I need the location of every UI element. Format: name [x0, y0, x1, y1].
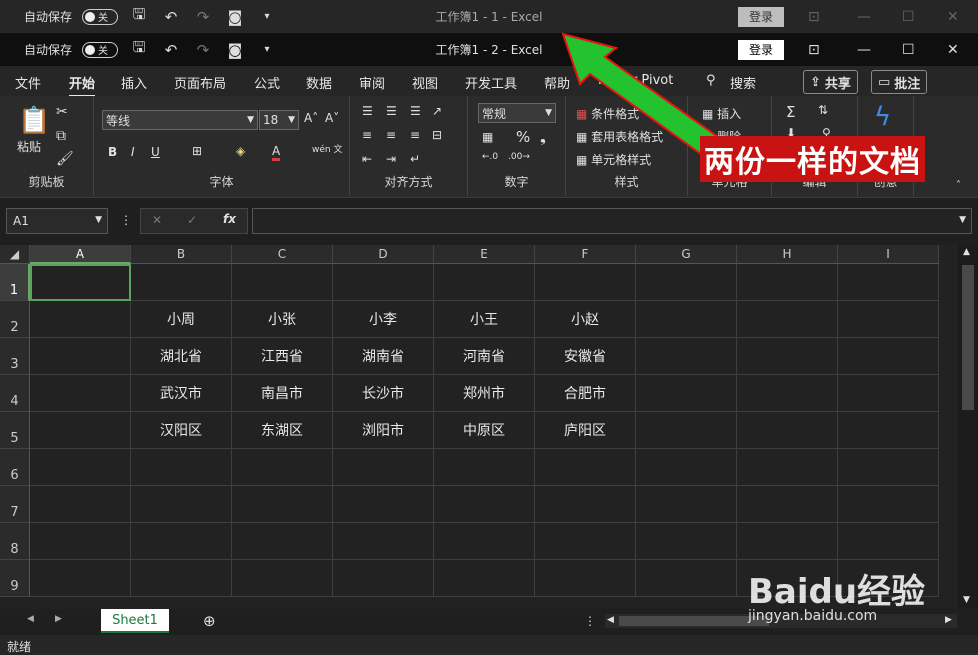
annotation-arrow — [561, 32, 730, 164]
annotation-label: 两份一样的文档 — [700, 136, 925, 182]
watermark: Baidu经验 jingyan.baidu.com — [748, 564, 926, 624]
watermark-brand: Baidu经验 — [748, 572, 926, 612]
watermark-url: jingyan.baidu.com — [748, 608, 878, 624]
